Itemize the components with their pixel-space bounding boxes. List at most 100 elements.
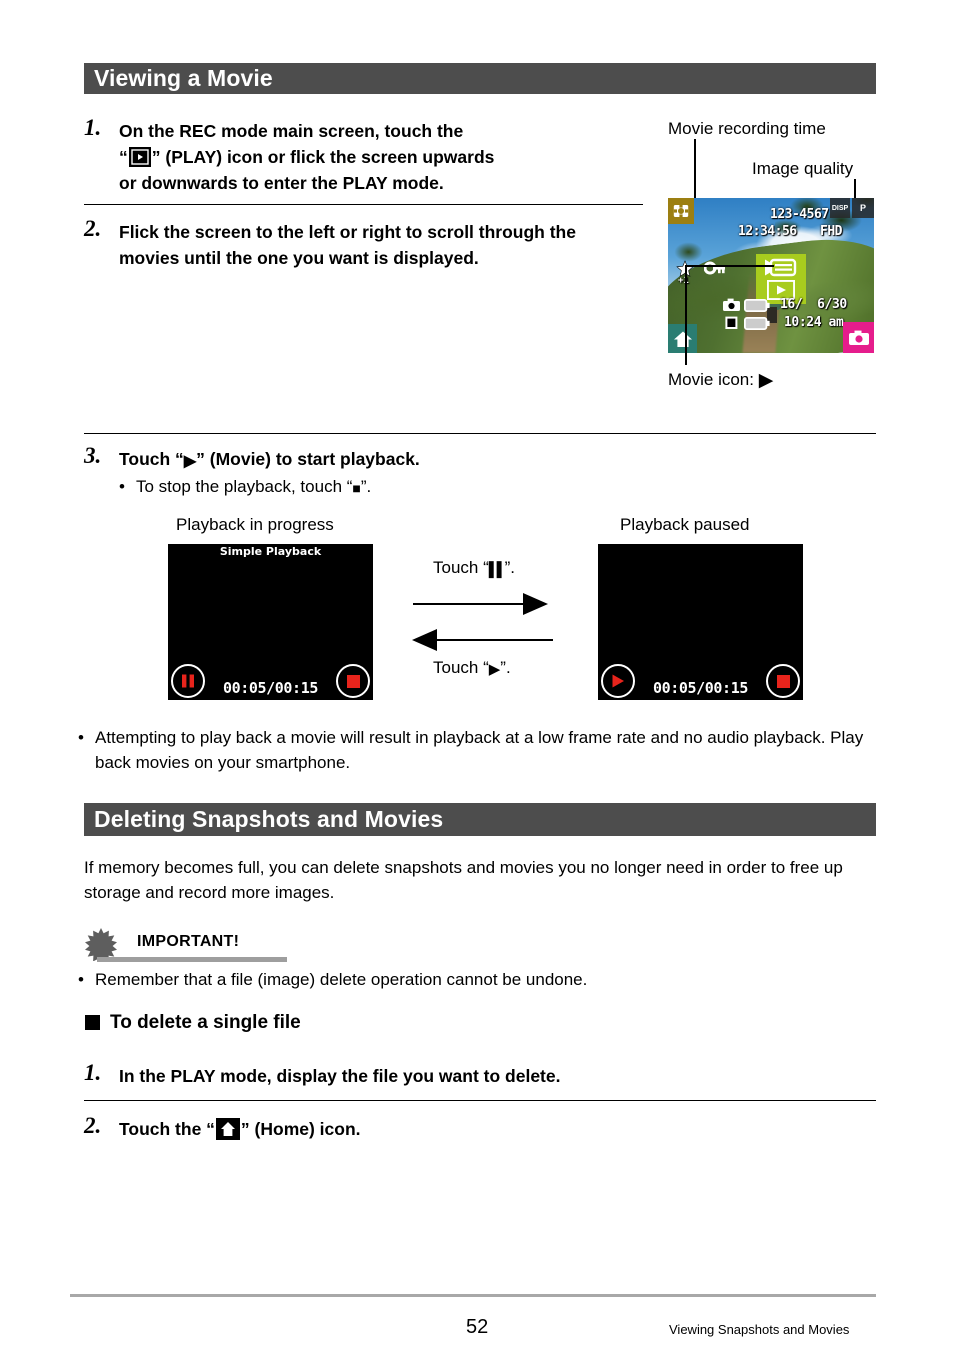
delete-step-2-suffix: ” (Home) icon. (240, 1119, 361, 1139)
playback-frame (168, 559, 373, 674)
camera-icon-rec (848, 330, 869, 345)
caption-playback-in-progress: Playback in progress (176, 515, 334, 534)
pause-button[interactable] (171, 664, 205, 698)
paused-titlebar (598, 544, 803, 559)
step-3-body: Touch “▶” (Movie) to start playback. (119, 446, 719, 475)
step-2-body: Flick the screen to the left or right to… (119, 222, 576, 268)
section-title: Viewing a Movie (94, 65, 273, 91)
battery-icon-camera (744, 298, 770, 312)
file-number: 123-4567 (770, 207, 829, 222)
step-3-bullet-suffix: ”. (360, 477, 372, 496)
stop-icon-right (776, 674, 790, 688)
delete-step-2-number: 2. (84, 1113, 102, 1138)
step-1-line-2-prefix: “ (119, 147, 128, 167)
paused-frame (598, 559, 803, 674)
recording-time: 12:34:56 (738, 224, 797, 239)
lock-icon (703, 260, 726, 281)
important-bullet-text: Remember that a file (image) delete oper… (95, 970, 588, 989)
step-1-line-3: or downwards to enter the PLAY mode. (119, 173, 444, 193)
bullet-dot-3: • (78, 970, 84, 989)
clock-readout: 10:24 am (784, 315, 844, 330)
arrow-right-line (413, 603, 529, 605)
page-number: 52 (466, 1316, 489, 1338)
grid-icon (673, 205, 689, 217)
grid-mode-icon[interactable] (668, 198, 694, 224)
camera-battery-row (723, 298, 770, 312)
subsection-square-bullet (85, 1015, 100, 1030)
step-3-bullet: • To stop the playback, touch “■”. (119, 474, 719, 501)
delete-step-1-number: 1. (84, 1060, 102, 1085)
movie-icon-glyph: ▶ (758, 370, 774, 391)
home-button[interactable] (668, 324, 697, 353)
delete-step-2-prefix: Touch the “ (119, 1119, 215, 1139)
step-1-line-2-suffix: ” (PLAY) icon or flick the screen upward… (151, 147, 495, 167)
callout-image-quality: Image quality (752, 159, 854, 178)
note-low-frame-rate: • Attempting to play back a movie will r… (78, 725, 873, 775)
rec-mode-screen: DISP P 123-4567 12:34:56 FHD +1 16/ 6/30… (668, 198, 874, 353)
pause-icon (182, 674, 194, 688)
section-header-viewing-a-movie: Viewing a Movie (84, 63, 876, 94)
camera-icon (723, 298, 740, 311)
step-3-suffix: ” (Movie) to start playback. (196, 449, 420, 469)
delete-step-2-body: Touch the “ ” (Home) icon. (119, 1116, 819, 1142)
footer-divider (70, 1294, 876, 1297)
step-3-bullet-prefix: To stop the playback, touch “ (136, 477, 353, 496)
step-divider-2 (84, 433, 876, 434)
callout-movie-icon: Movie icon: ▶ (668, 369, 773, 392)
important-badge (84, 927, 118, 964)
callout-line-movie-icon-v (685, 265, 687, 365)
play-button[interactable] (601, 664, 635, 698)
step-1-body: On the REC mode main screen, touch the “… (119, 118, 619, 196)
p-mode-button-label: P (859, 203, 866, 213)
stop-button-right[interactable] (766, 664, 800, 698)
storage-icon (725, 316, 738, 329)
delete-intro-text: If memory becomes full, you can delete s… (84, 858, 843, 902)
starburst-icon (85, 928, 117, 964)
callout-movie-icon-label: Movie icon: (668, 370, 754, 389)
image-quality-value: FHD (820, 224, 842, 239)
callout-line-movie-icon-h (685, 265, 774, 267)
playback-titlebar: Simple Playback (168, 544, 373, 559)
rec-mode-button[interactable] (843, 322, 874, 353)
subsection-to-delete-single-file: To delete a single file (110, 1012, 301, 1033)
bullet-dot: • (119, 477, 125, 496)
section-header-deleting: Deleting Snapshots and Movies (84, 803, 876, 836)
step-divider-1 (84, 204, 643, 205)
important-underline (97, 957, 287, 962)
delete-step-1-body: In the PLAY mode, display the file you w… (119, 1066, 561, 1086)
remaining-shots: 16/ 6/30 (780, 297, 847, 312)
play-glyph: ▶ (183, 453, 197, 470)
home-icon (673, 331, 692, 347)
play-icon-red (612, 674, 624, 688)
arrow-left-head (412, 629, 437, 651)
arrow-bottom-label: Touch “▶”. (433, 657, 511, 681)
arrow-top-label-suffix: ”. (504, 558, 515, 577)
home-icon-chip (215, 1118, 240, 1140)
important-bullet: • Remember that a file (image) delete op… (78, 967, 868, 992)
footer-chapter-title: Viewing Snapshots and Movies (669, 1322, 850, 1337)
p-mode-button[interactable]: P (852, 198, 874, 218)
caption-playback-paused: Playback paused (620, 515, 750, 534)
favorite-count: +1 (678, 276, 689, 286)
play-icon (128, 147, 151, 167)
playback-title: Simple Playback (219, 545, 322, 558)
arrow-top-label: Touch “▌▌”. (433, 557, 515, 580)
arrow-right-head (523, 593, 548, 615)
step-3-number: 3. (84, 443, 102, 468)
stop-icon (346, 674, 360, 688)
disp-button-label: DISP (831, 204, 849, 212)
playback-in-progress-screen: Simple Playback 00:05/00:15 (168, 544, 373, 700)
movie-camera-icon (765, 258, 797, 277)
arrow-bottom-label-prefix: Touch “ (433, 658, 489, 677)
step-1-number: 1. (84, 115, 102, 140)
battery-icon-phone (744, 316, 770, 330)
pause-glyph: ▌▌ (488, 561, 507, 577)
disp-button[interactable]: DISP (830, 198, 850, 218)
note-low-frame-rate-text: Attempting to play back a movie will res… (95, 728, 864, 772)
arrow-left-line (437, 639, 553, 641)
stop-button-left[interactable] (336, 664, 370, 698)
manual-page: Viewing a Movie 1. On the REC mode main … (0, 0, 954, 1357)
bullet-dot-2: • (78, 728, 84, 747)
stop-glyph: ■ (352, 480, 361, 496)
step-1-line-1: On the REC mode main screen, touch the (119, 121, 464, 141)
